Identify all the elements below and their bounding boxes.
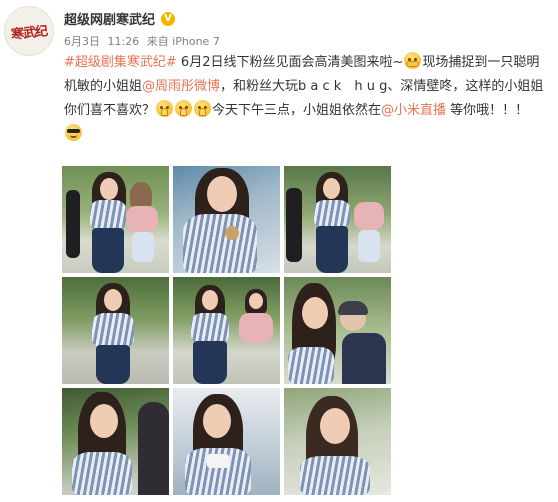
post-text: #超级剧集寒武纪# 6月2日线下粉丝见面会高清美图来啦~ 现场捕捉到一只聪明机敏的… [64, 51, 544, 147]
photo-7[interactable] [62, 388, 169, 495]
photo-grid [62, 166, 391, 495]
post-time[interactable]: 11:26 [108, 35, 140, 48]
photo-8[interactable] [173, 388, 280, 495]
post-source: 来自 iPhone 7 [146, 35, 220, 48]
pray-emoji-icon [175, 100, 193, 117]
mention-link-xiaomi-live[interactable]: @小米直播 [381, 103, 446, 118]
post-header: 超级网剧寒武纪 V [64, 9, 176, 28]
photo-4[interactable] [62, 277, 169, 384]
photo-9[interactable] [284, 388, 391, 495]
avatar-logo: 寒武纪 [10, 23, 48, 43]
post-meta: 6月3日 11:26 来自 iPhone 7 [64, 33, 224, 49]
post-date[interactable]: 6月3日 [64, 35, 100, 48]
pray-emoji-icon [156, 100, 174, 117]
photo-1[interactable] [62, 166, 169, 273]
photo-2[interactable] [173, 166, 280, 273]
verified-badge-symbol: V [164, 12, 172, 24]
pray-emoji-icon [194, 100, 212, 117]
mention-link-zhouyutong[interactable]: @周雨彤微博 [142, 79, 220, 94]
username-link[interactable]: 超级网剧寒武纪 [64, 9, 155, 28]
verified-badge-icon: V [161, 11, 176, 26]
sunglasses-emoji-icon [65, 124, 82, 141]
post-text-segment-1: 6月2日线下粉丝见面会高清美图来啦~ [176, 55, 404, 70]
photo-3[interactable] [284, 166, 391, 273]
post-text-segment-4: 今天下午三点，小姐姐依然在 [212, 103, 382, 118]
hashtag-link[interactable]: #超级剧集寒武纪# [64, 55, 177, 70]
photo-6[interactable] [284, 277, 391, 384]
photo-5[interactable] [173, 277, 280, 384]
post-text-segment-5: 等你哦！！！ [446, 103, 529, 118]
avatar[interactable]: 寒武纪 [4, 6, 54, 56]
hug-emoji-icon [404, 52, 422, 69]
